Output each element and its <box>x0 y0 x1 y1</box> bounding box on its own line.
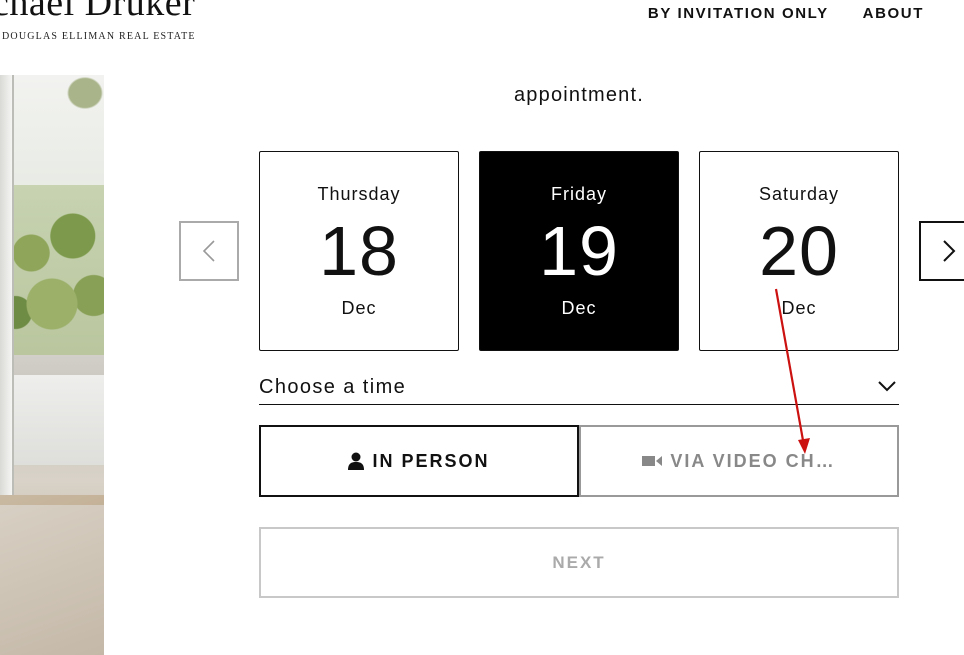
video-camera-icon <box>642 456 663 466</box>
day-card-saturday[interactable]: Saturday 20 Dec <box>699 151 899 351</box>
prev-dates-button[interactable] <box>179 221 239 281</box>
chevron-right-icon <box>943 240 956 262</box>
day-number: 20 <box>759 212 839 290</box>
brand-name: chael Druker <box>0 0 196 24</box>
day-weekday: Thursday <box>317 184 401 204</box>
day-card-thursday[interactable]: Thursday 18 Dec <box>259 151 459 351</box>
brand-logo[interactable]: chael Druker DOUGLAS ELLIMAN REAL ESTATE <box>0 0 196 42</box>
nav-by-invitation-only[interactable]: BY INVITATION ONLY <box>648 5 829 22</box>
day-weekday: Friday <box>550 184 607 204</box>
day-month: Dec <box>341 298 377 318</box>
time-select[interactable]: Choose a time <box>259 376 899 405</box>
day-weekday: Saturday <box>758 184 840 204</box>
time-select-label: Choose a time <box>259 376 407 398</box>
in-person-button[interactable]: IN PERSON <box>259 425 579 497</box>
brand-subtitle: DOUGLAS ELLIMAN REAL ESTATE <box>2 31 196 42</box>
appointment-intro-text: appointment. <box>513 84 645 106</box>
chevron-down-icon <box>878 381 896 392</box>
interior-photo <box>0 75 104 655</box>
in-person-label: IN PERSON <box>372 450 490 471</box>
nav-about[interactable]: ABOUT <box>863 5 924 22</box>
next-button[interactable]: NEXT <box>259 527 899 598</box>
next-dates-button[interactable] <box>919 221 964 281</box>
chevron-left-icon <box>202 240 215 262</box>
day-month: Dec <box>561 298 597 318</box>
video-chat-button[interactable]: VIA VIDEO CH… <box>579 425 899 497</box>
day-number: 18 <box>319 212 399 290</box>
day-card-friday[interactable]: Friday 19 Dec <box>479 151 679 351</box>
video-chat-label: VIA VIDEO CH… <box>670 450 836 471</box>
day-number: 19 <box>539 212 619 290</box>
person-icon <box>348 452 365 470</box>
day-month: Dec <box>781 298 817 318</box>
top-nav: BY INVITATION ONLY ABOUT <box>648 5 924 22</box>
